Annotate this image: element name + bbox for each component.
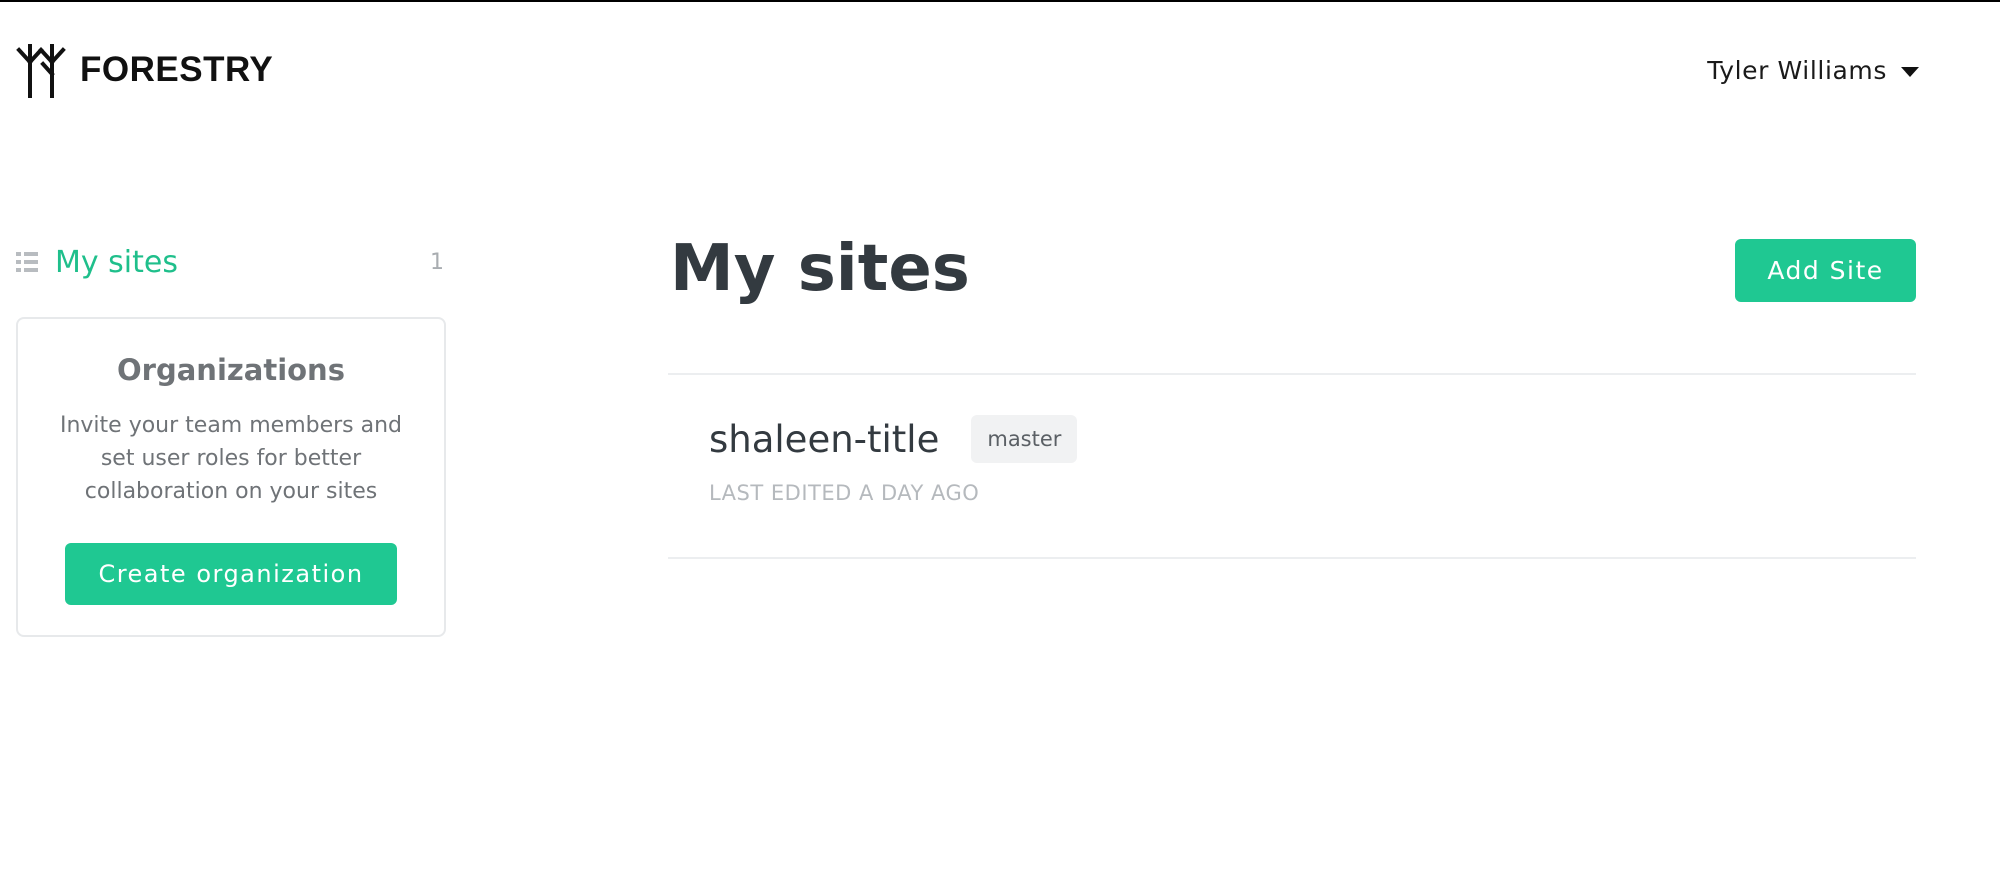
site-name[interactable]: shaleen-title [709,418,939,461]
site-header: shaleen-title master [709,415,1916,463]
user-menu[interactable]: Tyler Williams [1707,56,1919,85]
top-bar: FORESTRY Tyler Williams [0,2,2000,142]
brand-name: FORESTRY [80,50,274,89]
branch-badge: master [971,415,1078,463]
list-icon [16,252,38,272]
organizations-description: Invite your team members and set user ro… [59,413,403,504]
create-organization-button[interactable]: Create organization [65,543,397,605]
forestry-tree-icon [16,44,66,98]
organizations-card: Organizations Invite your team members a… [16,317,446,637]
page-title: My sites [670,232,970,306]
add-site-button[interactable]: Add Site [1735,239,1916,302]
organizations-title: Organizations [117,353,345,387]
user-name: Tyler Williams [1707,56,1887,85]
sidebar: My sites 1 Organizations Invite your tea… [16,237,446,637]
page-header: My sites Add Site [668,227,1916,375]
forestry-logo[interactable]: FORESTRY [16,42,273,98]
caret-down-icon [1901,67,1919,77]
main-content: My sites Add Site shaleen-title master L… [668,227,1916,559]
site-list-item[interactable]: shaleen-title master LAST EDITED A DAY A… [668,375,1916,559]
sidebar-item-label: My sites [55,244,178,280]
last-edited-text: LAST EDITED A DAY AGO [709,481,980,505]
sites-count: 1 [430,249,444,275]
sidebar-item-my-sites[interactable]: My sites 1 [16,237,446,287]
